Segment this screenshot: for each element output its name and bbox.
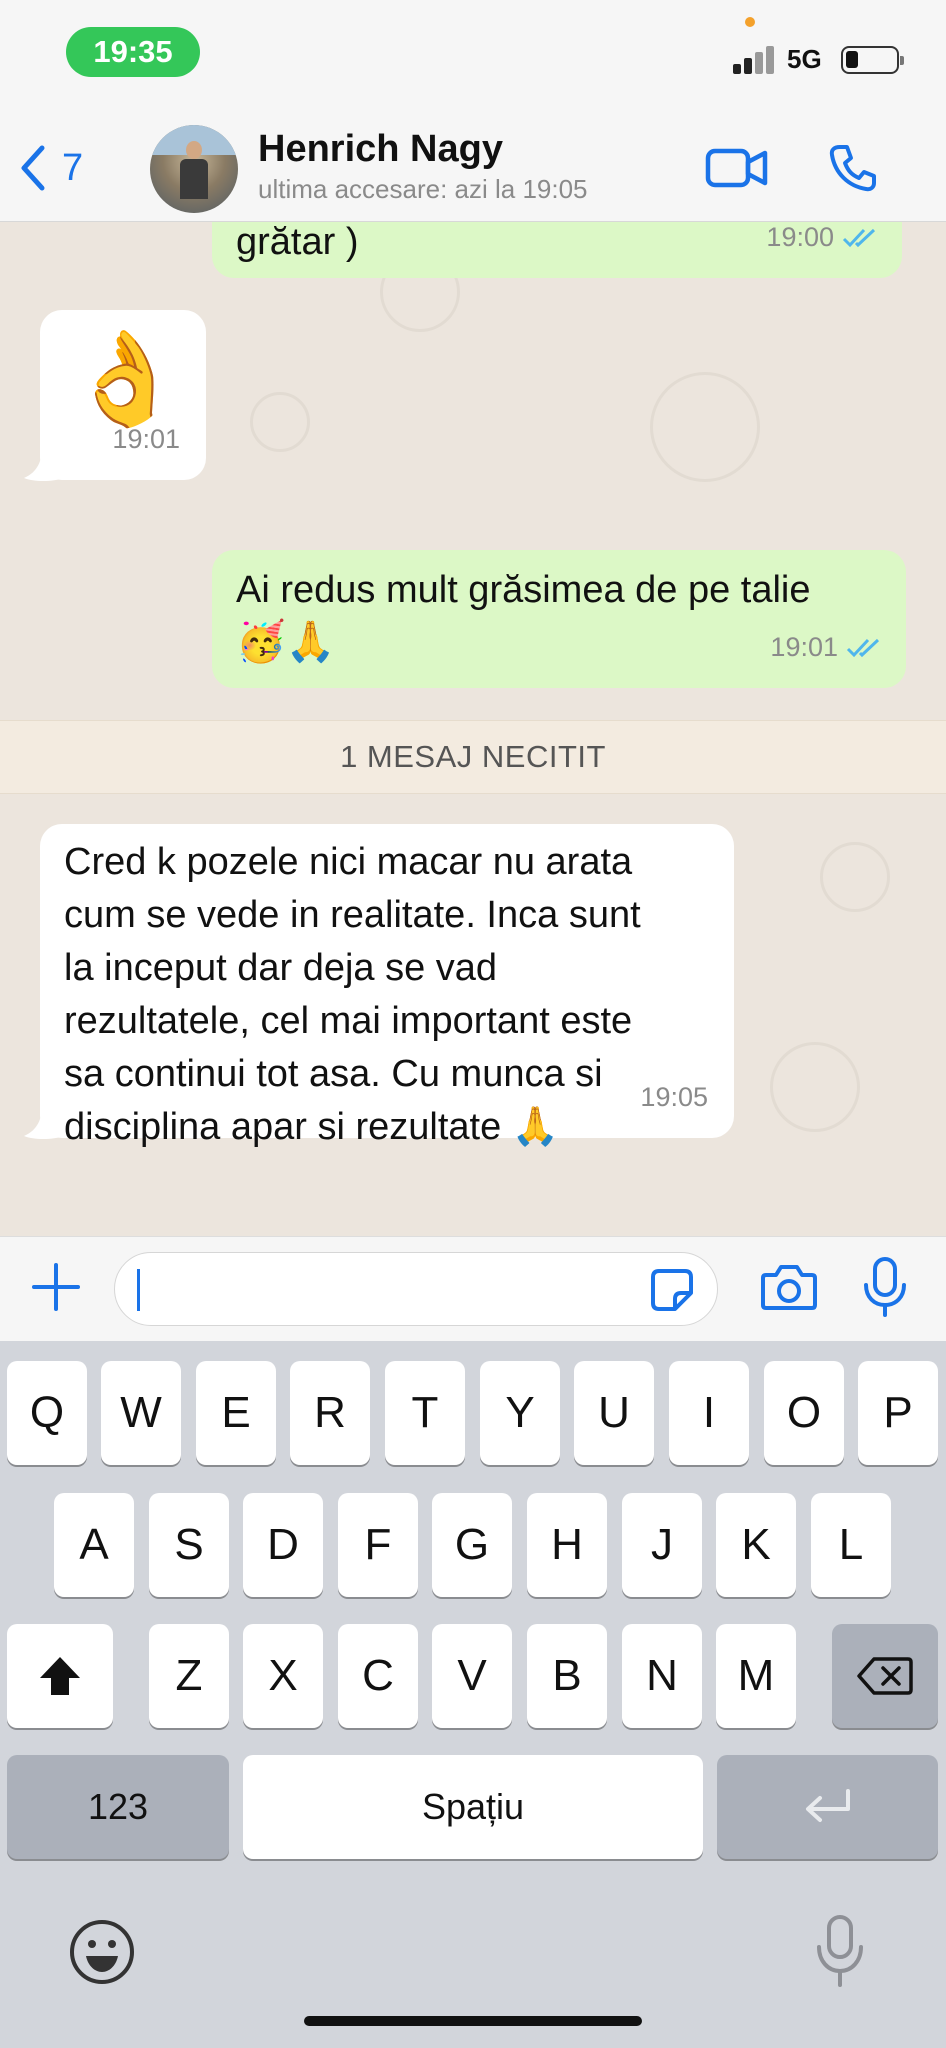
unread-messages-banner: 1 MESAJ NECITIT [0, 720, 946, 794]
message-line: Cred k pozele nici macar nu arata [64, 841, 633, 883]
message-line: disciplina apar si rezultate 🙏 [64, 1106, 560, 1148]
video-camera-icon [705, 148, 768, 188]
key-l[interactable]: L [811, 1493, 891, 1597]
key-o[interactable]: O [764, 1361, 844, 1465]
bubble-tail [24, 448, 64, 481]
message-emoji: 🥳🙏 [236, 620, 336, 664]
camera-icon[interactable] [760, 1261, 818, 1313]
key-e[interactable]: E [196, 1361, 276, 1465]
key-n[interactable]: N [622, 1624, 702, 1728]
key-y[interactable]: Y [480, 1361, 560, 1465]
home-indicator[interactable] [304, 2016, 642, 2026]
unread-chats-count: 7 [62, 146, 84, 189]
message-line: rezultatele, cel mai important este [64, 1000, 633, 1042]
message-time: 19:00 [766, 222, 834, 252]
message-line: cum se vede in realitate. Inca sunt [64, 894, 641, 936]
message-time: 19:01 [770, 632, 838, 662]
key-v[interactable]: V [432, 1624, 512, 1728]
last-seen-status: ultima accesare: azi la 19:05 [258, 174, 588, 204]
key-t[interactable]: T [385, 1361, 465, 1465]
key-u[interactable]: U [574, 1361, 654, 1465]
key-h[interactable]: H [527, 1493, 607, 1597]
message-text: Ai redus mult grăsimea de pe talie [236, 569, 811, 611]
message-text: Cred k pozele nici macar nu arata cum se… [64, 836, 641, 1154]
key-k[interactable]: K [716, 1493, 796, 1597]
wallpaper-doodle [820, 842, 890, 912]
key-c[interactable]: C [338, 1624, 418, 1728]
status-time[interactable]: 19:35 [66, 27, 200, 77]
message-meta: 19:01 [112, 413, 180, 466]
return-arrow-icon [805, 1789, 850, 1822]
sticker-icon[interactable] [649, 1267, 695, 1313]
chevron-left-icon [21, 145, 45, 191]
chat-area[interactable]: grătar ) 19:00 👌 19:01 Ai redus mult gră… [0, 222, 946, 1236]
message-line: la inceput dar deja se vad [64, 947, 498, 989]
space-key[interactable]: Spațiu [243, 1755, 703, 1859]
key-x[interactable]: X [243, 1624, 323, 1728]
microphone-icon[interactable] [860, 1255, 910, 1319]
key-f[interactable]: F [338, 1493, 418, 1597]
key-j[interactable]: J [622, 1493, 702, 1597]
key-a[interactable]: A [54, 1493, 134, 1597]
message-text: grătar ) [236, 222, 359, 263]
back-button[interactable]: 7 [18, 144, 83, 192]
key-p[interactable]: P [858, 1361, 938, 1465]
shift-key[interactable] [7, 1624, 113, 1728]
wallpaper-doodle [650, 372, 760, 482]
phone-icon [829, 145, 876, 192]
message-bubble-outgoing[interactable]: Ai redus mult grăsimea de pe talie 🥳🙏 19… [212, 550, 906, 688]
key-r[interactable]: R [290, 1361, 370, 1465]
key-w[interactable]: W [101, 1361, 181, 1465]
key-g[interactable]: G [432, 1493, 512, 1597]
dictation-microphone-icon[interactable] [814, 1913, 866, 1991]
voice-call-button[interactable] [818, 138, 888, 198]
attach-plus-button[interactable] [28, 1259, 84, 1315]
status-bar: 19:35 5G [0, 0, 946, 118]
key-d[interactable]: D [243, 1493, 323, 1597]
backspace-key[interactable] [832, 1624, 938, 1728]
key-q[interactable]: Q [7, 1361, 87, 1465]
key-z[interactable]: Z [149, 1624, 229, 1728]
double-check-icon [842, 228, 876, 247]
key-s[interactable]: S [149, 1493, 229, 1597]
chat-header: 7 Henrich Nagy ultima accesare: azi la 1… [0, 118, 946, 222]
numbers-key[interactable]: 123 [7, 1755, 229, 1859]
message-bubble-incoming[interactable]: Cred k pozele nici macar nu arata cum se… [40, 824, 734, 1148]
message-meta: 19:00 [766, 222, 880, 264]
bubble-tail [24, 1106, 64, 1139]
message-input-bar [0, 1236, 946, 1341]
privacy-indicator-dot [745, 17, 755, 27]
network-type: 5G [787, 44, 822, 74]
message-bubble-incoming[interactable]: 👌 19:01 [40, 310, 206, 480]
wallpaper-doodle [250, 392, 310, 452]
key-i[interactable]: I [669, 1361, 749, 1465]
text-cursor [137, 1269, 140, 1311]
double-check-icon [846, 638, 880, 657]
message-bubble-outgoing[interactable]: grătar ) 19:00 [212, 222, 902, 278]
video-call-button[interactable] [702, 138, 772, 198]
delete-icon [857, 1657, 913, 1695]
message-meta: 19:01 [770, 621, 884, 674]
message-time: 19:01 [112, 424, 180, 454]
contact-name[interactable]: Henrich Nagy [258, 128, 503, 171]
message-line: sa continui tot asa. Cu munca si [64, 1053, 603, 1095]
signal-icon [733, 44, 775, 74]
key-m[interactable]: M [716, 1624, 796, 1728]
keyboard: Q W E R T Y U I O P A S D F G H J K L Z … [0, 1341, 946, 2048]
shift-arrow-icon [40, 1657, 80, 1695]
key-b[interactable]: B [527, 1624, 607, 1728]
avatar[interactable] [150, 125, 238, 213]
message-input[interactable] [114, 1252, 718, 1326]
return-key[interactable] [717, 1755, 938, 1859]
battery-icon [841, 46, 904, 74]
emoji-keyboard-icon[interactable] [68, 1918, 136, 1986]
wallpaper-doodle [770, 1042, 860, 1132]
message-time: 19:05 [640, 1082, 708, 1112]
message-meta: 19:05 [640, 1071, 708, 1124]
